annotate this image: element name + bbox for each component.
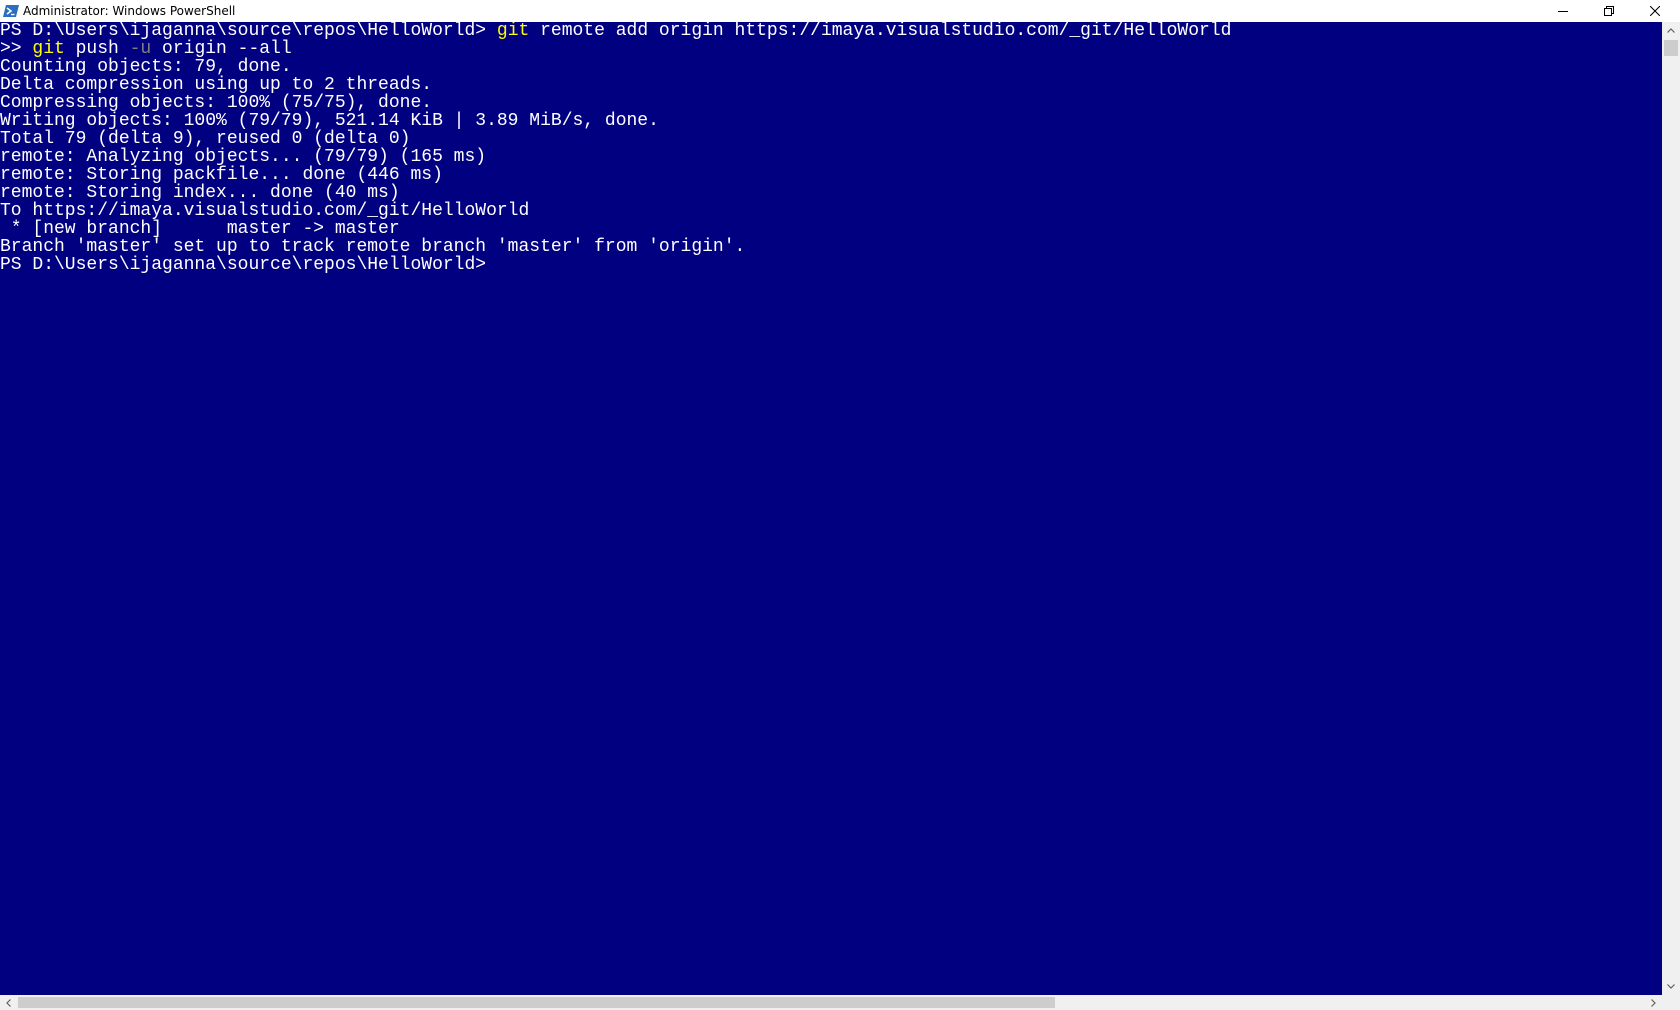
console-line: >> git push -u origin --all <box>0 40 292 58</box>
minimize-icon <box>1558 11 1568 12</box>
console-text-normal: remote: Analyzing objects... (79/79) (16… <box>0 147 487 167</box>
console-line: Branch 'master' set up to track remote b… <box>0 238 745 256</box>
console-line: PS D:\Users\ijaganna\source\repos\HelloW… <box>0 256 486 274</box>
chevron-up-icon <box>1667 28 1675 33</box>
console-line: Delta compression using up to 2 threads. <box>0 76 432 94</box>
scroll-left-button[interactable] <box>0 995 17 1010</box>
console-text-normal: >> <box>0 39 33 59</box>
console-line: PS D:\Users\ijaganna\source\repos\HelloW… <box>0 22 1231 40</box>
console-line: remote: Storing index... done (40 ms) <box>0 184 400 202</box>
console-text-normal: Counting objects: 79, done. <box>0 57 292 77</box>
title-bar[interactable]: Administrator: Windows PowerShell <box>0 0 1680 22</box>
console-text-normal: To https://imaya.visualstudio.com/_git/H… <box>0 201 530 221</box>
scroll-right-button[interactable] <box>1645 995 1662 1010</box>
minimize-button[interactable] <box>1540 0 1586 22</box>
console-text-normal: remote add origin https://imaya.visualst… <box>529 22 1232 41</box>
console-line: Total 79 (delta 9), reused 0 (delta 0) <box>0 130 410 148</box>
console-text-parameter: -u <box>129 39 152 59</box>
console-text-normal: remote: Storing index... done (40 ms) <box>0 183 400 203</box>
console-line: remote: Analyzing objects... (79/79) (16… <box>0 148 486 166</box>
horizontal-scrollbar[interactable] <box>0 995 1662 1010</box>
console-line: To https://imaya.visualstudio.com/_git/H… <box>0 202 529 220</box>
console-text-normal: PS D:\Users\ijaganna\source\repos\HelloW… <box>0 255 487 275</box>
console-text-normal: Compressing objects: 100% (75/75), done. <box>0 93 433 113</box>
close-button[interactable] <box>1632 0 1678 22</box>
console-text-normal: origin --all <box>151 39 292 59</box>
restore-icon <box>1604 6 1614 16</box>
console-text-normal: Writing objects: 100% (79/79), 521.14 Ki… <box>0 111 659 131</box>
console-text-command: git <box>496 22 530 41</box>
restore-button[interactable] <box>1586 0 1632 22</box>
scrollbar-corner <box>1662 995 1680 1010</box>
console-text-normal: Total 79 (delta 9), reused 0 (delta 0) <box>0 129 411 149</box>
powershell-icon <box>3 5 19 17</box>
console-line: Writing objects: 100% (79/79), 521.14 Ki… <box>0 112 659 130</box>
chevron-left-icon <box>6 998 11 1007</box>
console-line: Compressing objects: 100% (75/75), done. <box>0 94 432 112</box>
vertical-scroll-thumb[interactable] <box>1664 40 1678 56</box>
console-text-command: git <box>32 39 65 59</box>
console-line: * [new branch] master -> master <box>0 220 400 238</box>
console-text-normal: * [new branch] master -> master <box>0 219 400 239</box>
console-text-normal: remote: Storing packfile... done (446 ms… <box>0 165 443 185</box>
console-output[interactable]: PS D:\Users\ijaganna\source\repos\HelloW… <box>0 22 1662 995</box>
window-title: Administrator: Windows PowerShell <box>23 4 236 18</box>
scroll-up-button[interactable] <box>1662 22 1680 39</box>
console-text-normal: Branch 'master' set up to track remote b… <box>0 237 746 257</box>
close-icon <box>1650 6 1660 16</box>
vertical-scrollbar[interactable] <box>1662 22 1680 995</box>
chevron-down-icon <box>1667 984 1675 989</box>
horizontal-scroll-thumb[interactable] <box>18 997 1055 1008</box>
console-line: Counting objects: 79, done. <box>0 58 292 76</box>
chevron-right-icon <box>1651 998 1656 1007</box>
console-line: remote: Storing packfile... done (446 ms… <box>0 166 443 184</box>
console-text-normal: Delta compression using up to 2 threads. <box>0 75 433 95</box>
scroll-down-button[interactable] <box>1662 978 1680 995</box>
console-text-normal: push <box>64 39 130 59</box>
